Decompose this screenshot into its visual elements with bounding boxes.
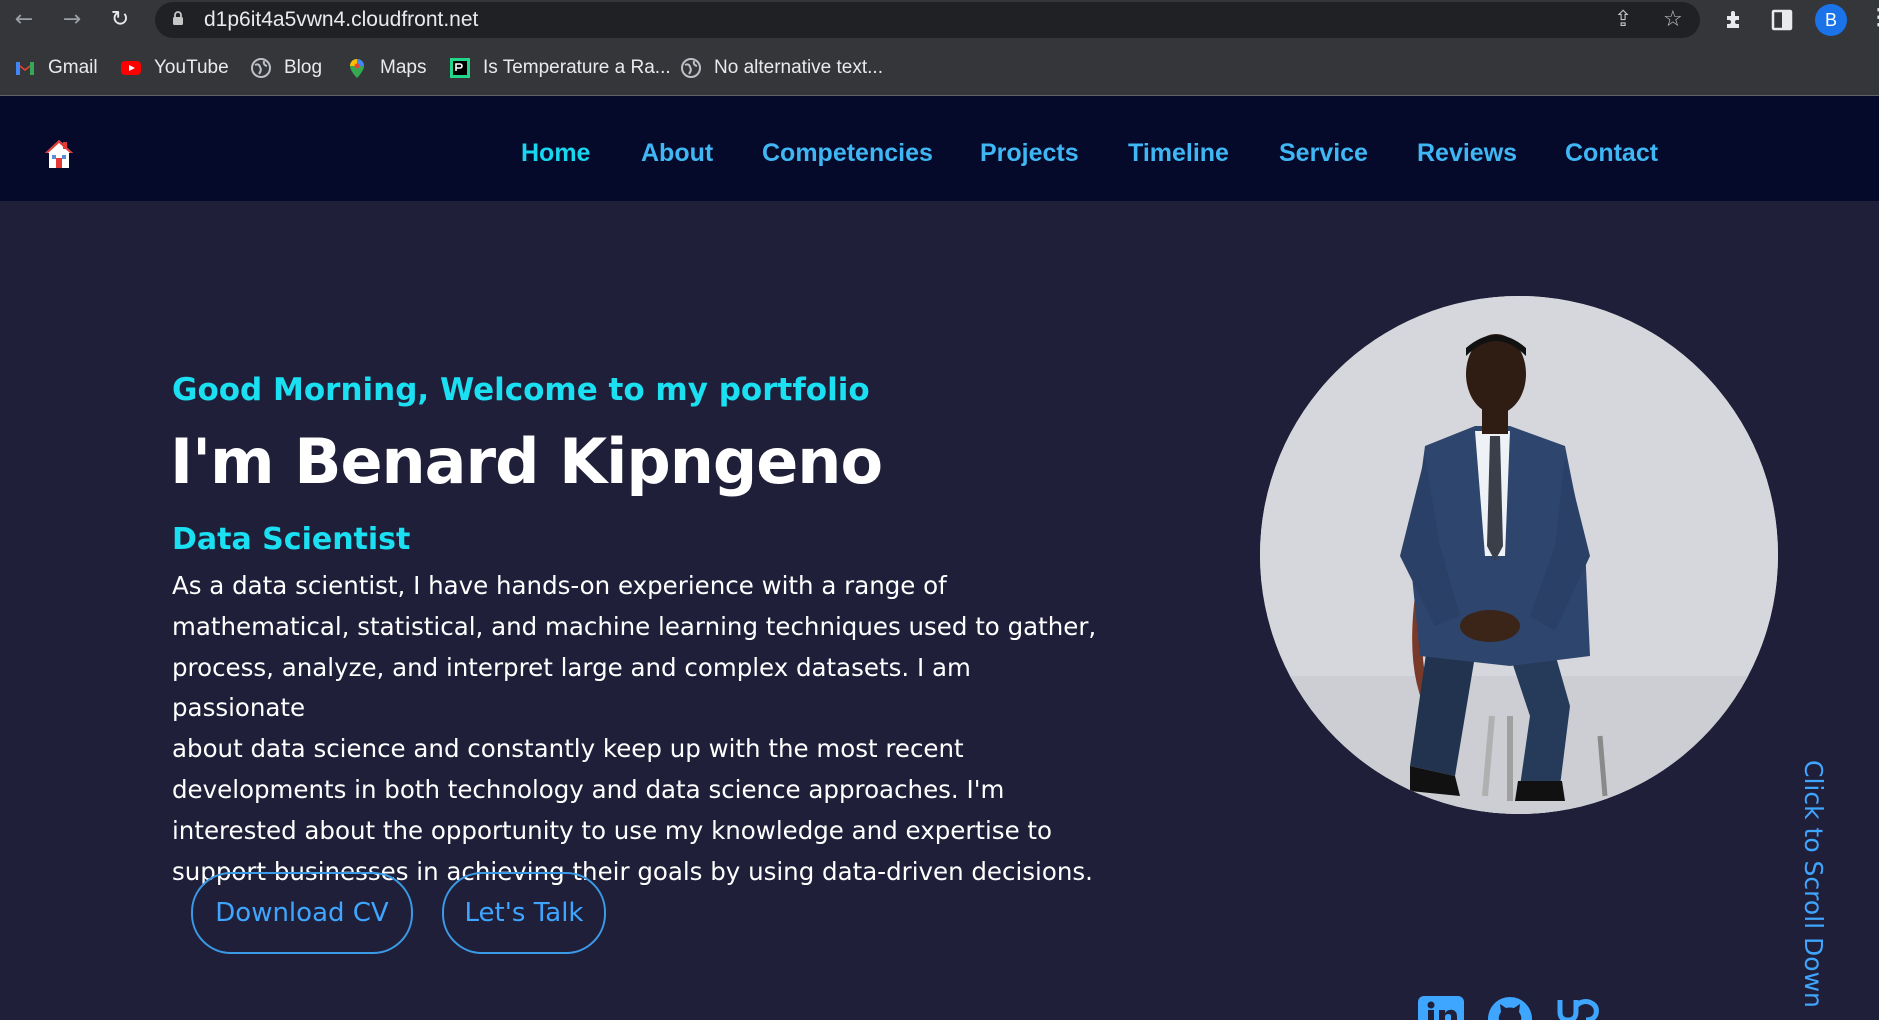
github-icon[interactable] — [1487, 996, 1533, 1020]
bookmark-blog[interactable]: Blog — [250, 55, 322, 81]
bio-line: interested about the opportunity to use … — [172, 815, 1053, 845]
side-panel-icon[interactable] — [1770, 8, 1794, 32]
pycharm-icon — [450, 58, 470, 78]
nav-competencies[interactable]: Competencies — [762, 139, 933, 168]
bookmark-star-icon[interactable]: ☆ — [1663, 7, 1683, 32]
extensions-puzzle-icon[interactable] — [1722, 8, 1746, 32]
bookmark-temperature[interactable]: Is Temperature a Ra... — [449, 55, 671, 81]
upwork-icon[interactable] — [1556, 996, 1602, 1020]
bio-line: about data science and constantly keep u… — [172, 734, 964, 764]
share-icon[interactable]: ⇪ — [1614, 7, 1632, 32]
hero-bio: As a data scientist, I have hands-on exp… — [172, 566, 1102, 892]
bio-line: process, analyze, and interpret large an… — [172, 652, 971, 723]
nav-contact[interactable]: Contact — [1565, 139, 1658, 168]
scroll-down-link[interactable]: Click to Scroll Down — [1792, 760, 1832, 1008]
bookmark-label: Blog — [284, 57, 323, 78]
nav-reviews[interactable]: Reviews — [1417, 139, 1517, 168]
youtube-icon — [121, 61, 141, 75]
globe-icon — [681, 58, 701, 78]
bookmark-no-alt-text[interactable]: No alternative text... — [680, 55, 883, 81]
gmail-icon — [16, 62, 34, 75]
lock-icon[interactable] — [172, 11, 184, 25]
bookmark-maps[interactable]: Maps — [346, 55, 426, 81]
hero-name: I'm Benard Kipngeno — [170, 425, 883, 498]
nav-service[interactable]: Service — [1279, 139, 1368, 168]
download-cv-button[interactable]: Download CV — [191, 872, 413, 954]
lets-talk-button[interactable]: Let's Talk — [442, 872, 606, 954]
url-text[interactable]: d1p6it4a5vwn4.cloudfront.net — [204, 8, 478, 32]
nav-home[interactable]: Home — [521, 139, 590, 168]
profile-photo — [1260, 296, 1778, 814]
bookmarks-bar: Gmail YouTube Blog Maps Is Temperature a… — [0, 40, 1879, 96]
profile-avatar[interactable]: B — [1815, 4, 1847, 36]
bio-line: mathematical, statistical, and machine l… — [172, 611, 1097, 641]
reload-icon[interactable]: ↻ — [108, 8, 132, 32]
menu-kebab-icon[interactable]: ⋮ — [1868, 4, 1879, 30]
back-arrow-icon[interactable]: ← — [12, 8, 36, 32]
scroll-down-text[interactable]: Click to Scroll Down — [1799, 760, 1828, 1008]
browser-toolbar: ← → ↻ d1p6it4a5vwn4.cloudfront.net ⇪ ☆ B… — [0, 0, 1879, 40]
nav-about[interactable]: About — [641, 139, 713, 168]
bio-line: developments in both technology and data… — [172, 774, 1005, 804]
bookmark-label: Is Temperature a Ra... — [483, 57, 671, 78]
linkedin-icon[interactable] — [1418, 996, 1464, 1020]
maps-icon — [350, 59, 364, 78]
bookmark-label: No alternative text... — [714, 57, 883, 78]
nav-timeline[interactable]: Timeline — [1128, 139, 1229, 168]
bookmark-label: Gmail — [48, 57, 98, 78]
bookmark-youtube[interactable]: YouTube — [120, 55, 229, 81]
forward-arrow-icon[interactable]: → — [60, 8, 84, 32]
nav-projects[interactable]: Projects — [980, 139, 1079, 168]
hero-greeting: Good Morning, Welcome to my portfolio — [172, 372, 870, 408]
globe-icon — [251, 58, 271, 78]
hero-role: Data Scientist — [172, 522, 411, 557]
bookmark-label: YouTube — [154, 57, 229, 78]
bookmark-label: Maps — [380, 57, 427, 78]
bio-line: As a data scientist, I have hands-on exp… — [172, 571, 947, 600]
bookmark-gmail[interactable]: Gmail — [14, 55, 98, 81]
home-logo-icon[interactable] — [43, 138, 75, 170]
